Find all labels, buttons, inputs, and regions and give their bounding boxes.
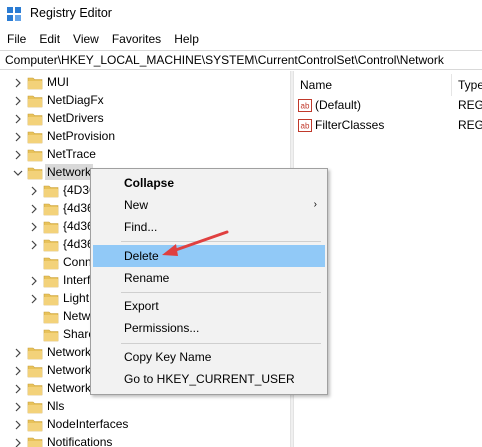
- chevron-right-icon[interactable]: [13, 114, 23, 124]
- chevron-right-icon[interactable]: [29, 204, 39, 214]
- menu-item-delete[interactable]: Delete: [93, 245, 325, 267]
- menu-separator: [121, 292, 321, 293]
- tree-item-label: NetTrace: [47, 147, 96, 161]
- tree-item-label: NetProvision: [47, 129, 116, 143]
- folder-icon: [43, 275, 59, 288]
- address-bar[interactable]: Computer\HKEY_LOCAL_MACHINE\SYSTEM\Curre…: [0, 50, 482, 70]
- menu-item-rename[interactable]: Rename: [93, 267, 325, 289]
- menu-edit[interactable]: Edit: [32, 29, 66, 49]
- column-divider[interactable]: [451, 74, 452, 96]
- folder-icon: [27, 437, 43, 447]
- folder-icon: [27, 167, 43, 180]
- menu-favorites[interactable]: Favorites: [105, 29, 167, 49]
- chevron-right-icon[interactable]: [13, 438, 23, 447]
- chevron-right-icon[interactable]: [13, 384, 23, 394]
- list-item[interactable]: ab (Default) REG_: [298, 96, 482, 114]
- submenu-arrow-icon: ›: [313, 199, 317, 210]
- menu-separator: [121, 241, 321, 242]
- address-path[interactable]: Computer\HKEY_LOCAL_MACHINE\SYSTEM\Curre…: [5, 53, 444, 67]
- value-type: REG_: [458, 98, 482, 112]
- folder-icon: [27, 419, 43, 432]
- tree-item-label: Light: [63, 291, 90, 305]
- window-title: Registry Editor: [30, 6, 112, 20]
- value-name: FilterClasses: [315, 118, 385, 132]
- context-menu: Collapse New › Find... Delete Rename Expo…: [90, 168, 328, 395]
- folder-icon: [27, 131, 43, 144]
- chevron-right-icon[interactable]: [13, 150, 23, 160]
- chevron-down-icon[interactable]: [13, 168, 23, 178]
- menu-item-goto-hkcu[interactable]: Go to HKEY_CURRENT_USER: [93, 368, 325, 390]
- chevron-right-icon[interactable]: [13, 348, 23, 358]
- tree-item-label: Network: [47, 381, 92, 395]
- tree-item-label: Network: [47, 363, 92, 377]
- folder-icon: [27, 383, 43, 396]
- menu-file[interactable]: File: [0, 29, 32, 49]
- chevron-right-icon[interactable]: [13, 78, 23, 88]
- tree-item-label: Notifications: [47, 435, 113, 447]
- chevron-right-icon[interactable]: [13, 96, 23, 106]
- folder-icon: [43, 311, 59, 324]
- folder-icon: [43, 221, 59, 234]
- chevron-right-icon[interactable]: [13, 402, 23, 412]
- folder-icon: [43, 203, 59, 216]
- tree-item-label: NetDrivers: [47, 111, 104, 125]
- chevron-right-icon[interactable]: [29, 222, 39, 232]
- folder-icon: [43, 257, 59, 270]
- menu-bar: File Edit View Favorites Help: [0, 29, 205, 49]
- folder-icon: [27, 365, 43, 378]
- title-bar: Registry Editor: [0, 0, 482, 28]
- folder-icon: [27, 347, 43, 360]
- chevron-right-icon[interactable]: [29, 240, 39, 250]
- folder-icon: [43, 239, 59, 252]
- folder-icon: [27, 77, 43, 90]
- chevron-right-icon[interactable]: [29, 186, 39, 196]
- folder-icon: [27, 149, 43, 162]
- svg-text:ab: ab: [301, 101, 310, 110]
- tree-item-label: Interf: [63, 273, 91, 287]
- folder-icon: [27, 95, 43, 108]
- menu-item-new[interactable]: New ›: [93, 194, 325, 216]
- tree-item-label: Conn: [63, 255, 92, 269]
- svg-text:ab: ab: [301, 121, 310, 130]
- tree-item-label: Nls: [47, 399, 65, 413]
- string-value-icon: ab: [298, 98, 312, 112]
- menu-separator: [121, 343, 321, 344]
- folder-icon: [43, 185, 59, 198]
- registry-editor-icon: [7, 7, 21, 21]
- list-item[interactable]: ab FilterClasses REG_: [298, 116, 482, 134]
- chevron-right-icon[interactable]: [29, 294, 39, 304]
- folder-icon: [43, 329, 59, 342]
- tree-item-label: Netw: [63, 309, 91, 323]
- column-header-type[interactable]: Type: [458, 74, 482, 96]
- folder-icon: [43, 293, 59, 306]
- menu-item-export[interactable]: Export: [93, 295, 325, 317]
- chevron-right-icon[interactable]: [13, 366, 23, 376]
- tree-item-label: NetDiagFx: [47, 93, 104, 107]
- folder-icon: [27, 113, 43, 126]
- chevron-right-icon[interactable]: [13, 420, 23, 430]
- tree-item-label: Network: [45, 164, 94, 180]
- menu-item-copy-key-name[interactable]: Copy Key Name: [93, 346, 325, 368]
- menu-item-collapse[interactable]: Collapse: [93, 172, 325, 194]
- value-name: (Default): [315, 98, 362, 112]
- menu-view[interactable]: View: [66, 29, 105, 49]
- tree-item-label: MUI: [47, 75, 69, 89]
- menu-item-find[interactable]: Find...: [93, 216, 325, 238]
- chevron-right-icon[interactable]: [13, 132, 23, 142]
- menu-help[interactable]: Help: [167, 29, 205, 49]
- tree-item-label: Network: [47, 345, 92, 359]
- chevron-right-icon[interactable]: [29, 276, 39, 286]
- tree-item-label: NodeInterfaces: [47, 417, 129, 431]
- column-header-name[interactable]: Name: [300, 74, 332, 96]
- menu-item-permissions[interactable]: Permissions...: [93, 317, 325, 339]
- string-value-icon: ab: [298, 118, 312, 132]
- folder-icon: [27, 401, 43, 414]
- value-type: REG_: [458, 118, 482, 132]
